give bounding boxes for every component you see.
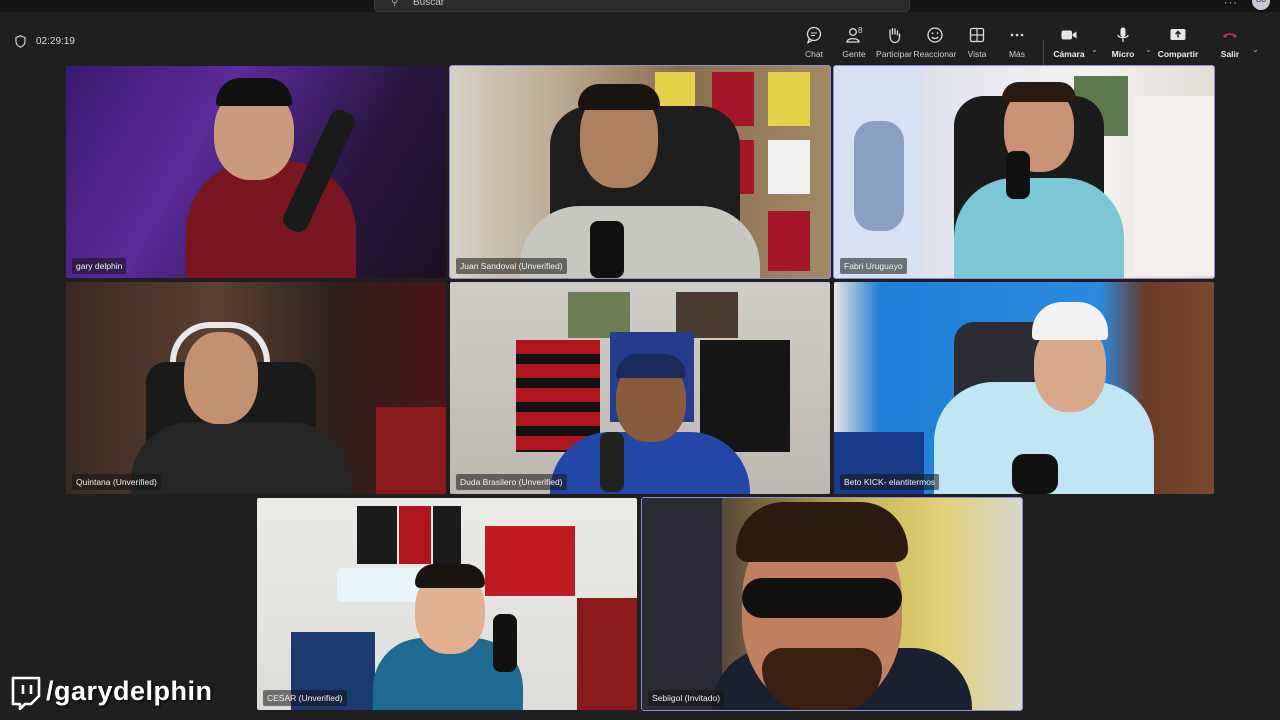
mic-button[interactable]: Micro bbox=[1101, 26, 1145, 70]
share-button[interactable]: Compartir bbox=[1156, 26, 1200, 70]
wall-stars bbox=[1134, 96, 1214, 276]
react-label: Reaccionar bbox=[913, 49, 957, 59]
participant-name: Duda Brasilero (Unverified) bbox=[456, 474, 567, 490]
chat-label: Chat bbox=[805, 49, 823, 59]
cap bbox=[216, 78, 292, 106]
video-tile-quintana[interactable]: Quintana (Unverified) bbox=[66, 282, 446, 494]
microphone bbox=[1006, 151, 1030, 199]
participant-torso bbox=[186, 161, 356, 278]
hair bbox=[415, 564, 485, 588]
hair bbox=[736, 502, 908, 562]
react-button[interactable]: Reaccionar bbox=[913, 26, 957, 70]
participant-torso bbox=[131, 422, 351, 494]
camera-options-chevron-icon[interactable]: ⌄ bbox=[1091, 45, 1098, 54]
video-tile-juan-sandoval[interactable]: Juan Sandoval (Unverified) bbox=[449, 65, 831, 279]
view-label: Vista bbox=[967, 49, 987, 59]
jersey-frame bbox=[768, 72, 810, 126]
video-tile-sebiigol[interactable]: Sebiigol (Invitado) bbox=[641, 497, 1023, 711]
mic-options-chevron-icon[interactable]: ⌄ bbox=[1145, 45, 1152, 54]
search-box[interactable]: ⚲ Buscar bbox=[374, 0, 910, 12]
twitch-handle: /garydelphin bbox=[46, 676, 213, 706]
video-tile-fabri-uruguayo[interactable]: Fabri Uruguayo bbox=[833, 65, 1215, 279]
title-bar: ⚲ Buscar ··· GD bbox=[0, 0, 1280, 12]
hand-icon bbox=[889, 27, 901, 44]
participant-name: Quintana (Unverified) bbox=[72, 474, 161, 490]
microphone bbox=[1012, 454, 1058, 494]
microphone bbox=[493, 614, 517, 672]
participant-name: Sebiigol (Invitado) bbox=[648, 690, 725, 706]
people-label: Gente bbox=[842, 49, 866, 59]
participant-name: Beto KICK- elantitermos bbox=[840, 474, 940, 490]
chat-button[interactable]: Chat bbox=[792, 26, 836, 70]
share-screen-icon bbox=[1170, 29, 1186, 40]
wall-frame bbox=[376, 407, 446, 494]
cap bbox=[616, 354, 686, 378]
participant-name: CESAR (Unverified) bbox=[263, 690, 347, 706]
microphone-icon bbox=[1117, 27, 1129, 42]
participant-name: gary delphin bbox=[72, 258, 127, 274]
chair bbox=[577, 598, 637, 710]
jersey-frame bbox=[768, 140, 810, 194]
raise-hand-button[interactable]: Participar bbox=[872, 26, 916, 70]
share-label: Compartir bbox=[1157, 49, 1199, 59]
participant-name: Juan Sandoval (Unverified) bbox=[456, 258, 567, 274]
toolbar-divider bbox=[1043, 40, 1044, 66]
search-placeholder: Buscar bbox=[413, 0, 445, 8]
jersey-frame bbox=[357, 506, 397, 564]
hair bbox=[578, 84, 660, 110]
microphone bbox=[600, 432, 624, 492]
raise-hand-label: Participar bbox=[876, 49, 912, 59]
more-button[interactable]: Más bbox=[995, 26, 1039, 70]
ellipsis-icon bbox=[1010, 33, 1024, 37]
hang-up-icon bbox=[1223, 33, 1237, 38]
microphone bbox=[590, 221, 624, 278]
jersey-black bbox=[700, 340, 790, 452]
poster-wall bbox=[485, 526, 575, 596]
leave-label: Salir bbox=[1220, 49, 1240, 59]
video-tile-beto[interactable]: Beto KICK- elantitermos bbox=[834, 282, 1214, 494]
chat-icon bbox=[806, 26, 822, 44]
avatar[interactable]: GD bbox=[1252, 0, 1270, 10]
jersey-frame bbox=[768, 211, 810, 271]
camera-label: Cámara bbox=[1053, 49, 1085, 59]
more-label: Más bbox=[1008, 49, 1026, 59]
poster bbox=[854, 121, 904, 231]
more-options-icon[interactable]: ··· bbox=[1224, 0, 1238, 9]
participant-torso bbox=[954, 178, 1124, 278]
view-button[interactable]: Vista bbox=[955, 26, 999, 70]
jersey-frame bbox=[399, 506, 431, 564]
meeting-toolbar: 02:29:19 Chat 8 Gente Participar Reaccio… bbox=[0, 12, 1280, 66]
grid-icon bbox=[969, 27, 985, 43]
mic-label: Micro bbox=[1111, 49, 1135, 59]
camera-button[interactable]: Cámara bbox=[1047, 26, 1091, 70]
jersey-frame bbox=[433, 506, 461, 564]
shield-icon bbox=[15, 35, 26, 48]
sunglasses bbox=[742, 578, 902, 618]
video-tile-gary-delphin[interactable]: gary delphin bbox=[66, 66, 446, 278]
shelf bbox=[642, 498, 722, 710]
camera-icon bbox=[1061, 30, 1077, 40]
meeting-timer: 02:29:19 bbox=[36, 36, 75, 47]
leave-options-chevron-icon[interactable]: ⌄ bbox=[1252, 45, 1259, 54]
hair bbox=[1002, 82, 1076, 102]
smiley-icon bbox=[927, 27, 943, 43]
video-tile-cesar[interactable]: CESAR (Unverified) bbox=[257, 498, 637, 710]
participant-name: Fabri Uruguayo bbox=[840, 258, 907, 274]
twitch-icon bbox=[11, 676, 41, 710]
leave-button[interactable]: Salir bbox=[1208, 26, 1252, 70]
people-button[interactable]: 8 Gente bbox=[832, 26, 876, 70]
beard bbox=[762, 648, 882, 710]
people-count: 8 bbox=[858, 26, 863, 35]
video-tile-duda-brasilero[interactable]: Duda Brasilero (Unverified) bbox=[450, 282, 830, 494]
cap bbox=[1032, 302, 1108, 340]
search-icon: ⚲ bbox=[391, 0, 399, 8]
